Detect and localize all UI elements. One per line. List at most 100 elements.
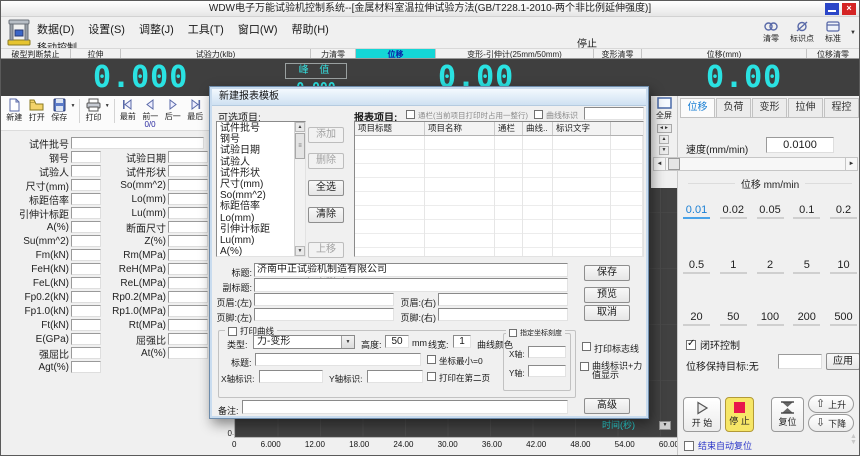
hold-target-input[interactable] [778,354,822,369]
apply-button[interactable]: 应用 [826,353,860,370]
new-button[interactable]: 新建 [3,98,25,122]
batch-input[interactable] [71,137,204,149]
save-button[interactable]: 保存 [584,265,630,281]
toolbar-dropdown-icon[interactable] [850,30,856,44]
footer-right-input[interactable] [438,308,568,321]
title-field-input[interactable]: 济南中正试验机制造有限公司 [254,263,568,277]
speed-preset-button[interactable]: 0.2 [830,204,857,219]
channel-segment[interactable]: 位移清零 [807,49,859,58]
field-input[interactable] [71,263,101,275]
control-tab[interactable]: 程控 [824,98,859,117]
speed-input[interactable]: 0.0100 [766,137,834,153]
scroll-thumb[interactable] [295,133,305,159]
channel-segment[interactable]: 变形清零 [594,49,642,58]
field-input[interactable] [71,235,101,247]
field-input[interactable] [168,333,208,345]
select-all-button[interactable]: 全选 [308,180,344,196]
field-input[interactable] [71,361,101,373]
up-button[interactable]: ⇧ 上升 [808,395,854,413]
channel-segment[interactable]: 拉伸 [71,49,121,58]
field-input[interactable] [168,263,208,275]
slider-left-arrow-icon[interactable] [654,158,666,170]
zero-button[interactable]: 清零 [757,21,785,44]
speed-preset-button[interactable]: 0.01 [683,204,710,219]
speed-preset-button[interactable]: 0.02 [720,204,747,219]
x-id-input[interactable] [259,370,323,383]
field-input[interactable] [71,151,101,163]
h-scroll-toggle-icon[interactable] [657,124,672,133]
scroll-up-icon[interactable] [295,122,305,132]
field-input[interactable] [168,151,208,163]
speed-preset-button[interactable]: 50 [720,311,747,326]
curve-mark-force-checkbox[interactable] [580,362,589,371]
menu-item[interactable]: 工具(T) [182,19,232,39]
menu-item[interactable]: 设置(S) [82,19,133,39]
field-input[interactable] [168,235,208,247]
next-record-button[interactable]: 后一 [162,98,184,121]
select-arrow-icon[interactable] [341,336,354,348]
field-input[interactable] [168,277,208,289]
menu-item[interactable]: 窗口(W) [232,19,286,39]
list-item[interactable]: 试件批号 [220,123,292,134]
field-input[interactable] [168,165,208,177]
scale-checkbox[interactable] [509,329,517,337]
table-header-cell[interactable]: 项目名称 [425,122,495,135]
print-mark-line-checkbox[interactable] [582,342,591,351]
reset-button[interactable]: 复位 [771,397,804,432]
speed-preset-button[interactable]: 10 [830,259,857,274]
channel-segment[interactable]: 位移 [356,49,436,58]
save-button[interactable]: 保存 [48,98,70,122]
note-input[interactable] [242,400,568,414]
field-input[interactable] [71,179,101,191]
speed-slider[interactable] [653,157,858,171]
field-input[interactable] [168,207,208,219]
start-button[interactable]: 开 始 [683,397,721,432]
auto-reset-checkbox[interactable] [684,441,694,451]
table-header-cell[interactable]: 曲线.. [523,122,553,135]
field-input[interactable] [71,221,101,233]
speed-preset-button[interactable]: 0.05 [757,204,784,219]
list-scrollbar[interactable] [294,122,305,256]
list-item[interactable]: 试验日期 [220,145,292,156]
print-button[interactable]: 打印 [82,98,104,122]
min-zero-checkbox[interactable] [427,355,436,364]
footer-left-input[interactable] [254,308,394,321]
curve-mark-input[interactable] [584,107,644,120]
available-items-list[interactable]: 试件批号钢号试验日期试验人试件形状尺寸(mm)So(mm^2)标距倍率Lo(mm… [216,121,306,257]
speed-preset-button[interactable]: 20 [683,311,710,326]
field-input[interactable] [168,179,208,191]
peak-value-button[interactable]: 峰 值 [285,63,347,79]
stop-button[interactable]: 停 止 [725,397,754,432]
speed-preset-button[interactable]: 0.5 [683,259,710,274]
list-item[interactable]: 标距倍率 [220,201,292,212]
open-button[interactable]: 打开 [25,98,47,122]
y-id-input[interactable] [367,370,423,383]
field-input[interactable] [71,291,101,303]
list-item[interactable]: Lu(mm) [220,235,292,246]
close-button[interactable] [842,3,856,15]
header-right-input[interactable] [438,293,568,306]
print-curve-checkbox[interactable] [228,327,237,336]
speed-preset-button[interactable]: 1 [720,259,747,274]
channel-segment[interactable]: 试验力(klb) [121,49,311,58]
speed-preset-button[interactable]: 5 [793,259,820,274]
channel-segment[interactable]: 破型判断禁止 [1,49,71,58]
menu-item[interactable]: 调整(J) [133,19,182,39]
field-input[interactable] [71,277,101,289]
axis-dropdown-icon[interactable] [659,421,671,430]
field-input[interactable] [168,319,208,331]
table-header-cell[interactable]: 标识文字 [553,122,611,135]
scroll-down-icon[interactable] [295,246,305,256]
list-item[interactable]: 试验人 [220,157,292,168]
standard-button[interactable]: 标准 [819,21,847,44]
table-header-cell[interactable]: 通栏 [495,122,523,135]
last-record-button[interactable]: 最后 [184,98,206,121]
list-item[interactable]: 尺寸(mm) [220,179,292,190]
resize-chevrons-icon[interactable]: ▲▼ [850,434,857,446]
slider-thumb[interactable] [668,158,680,170]
field-input[interactable] [168,249,208,261]
cancel-button[interactable]: 取消 [584,305,630,321]
mark-point-button[interactable]: 标识点 [788,21,816,44]
field-input[interactable] [71,333,101,345]
dialog-title-bar[interactable]: 新建报表模板 [212,89,646,106]
